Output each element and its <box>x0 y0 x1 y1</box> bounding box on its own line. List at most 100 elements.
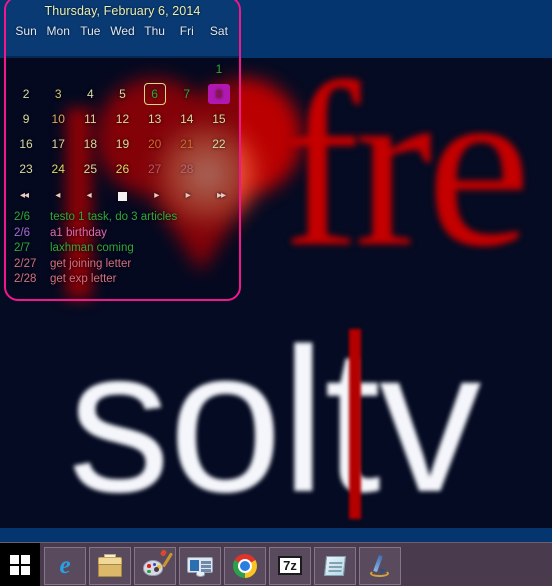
taskbar-item-control-panel[interactable] <box>179 547 221 585</box>
calendar-day-label: 2 <box>22 86 30 101</box>
calendar-day-21[interactable]: 21 <box>171 134 203 154</box>
calendar-day-24[interactable]: 24 <box>42 159 74 179</box>
calendar-day-empty <box>106 60 138 78</box>
stop-button[interactable] <box>118 191 127 201</box>
calendar-day-10[interactable]: 10 <box>42 109 74 129</box>
day-header-fri: Fri <box>179 24 194 38</box>
calendar-day-label: 28 <box>180 161 194 176</box>
calendar-day-label: 20 <box>147 136 162 151</box>
taskbar-item-paint[interactable] <box>134 547 176 585</box>
calendar-week-row: 16 17 18 19 20 21 22 <box>10 131 235 156</box>
calendar-day-3[interactable]: 3 <box>42 84 74 104</box>
calendar-day-28[interactable]: 28 <box>171 159 203 179</box>
taskbar-item-seven-zip[interactable]: 7z <box>269 547 311 585</box>
calendar-day-7[interactable]: 7 <box>171 84 203 104</box>
calendar-day-label: 7 <box>183 86 191 101</box>
calendar-day-label: 15 <box>212 111 226 126</box>
calendar-day-empty <box>203 160 235 178</box>
prev-week-button[interactable]: ◂ <box>87 191 92 201</box>
task-text: get joining letter <box>50 257 132 270</box>
calendar-day-6[interactable]: 6 <box>139 82 171 105</box>
pen-icon <box>367 553 393 579</box>
next-month-button[interactable]: ▸ <box>186 191 191 201</box>
day-header-thu: Thu <box>144 24 165 38</box>
task-row[interactable]: 2/7 laxhman coming <box>14 241 239 257</box>
desktop[interactable]: fre soltv Thursday, February 6, 2014 Sun… <box>0 0 552 586</box>
task-list[interactable]: 2/6 testo 1 task, do 3 articles 2/6 a1 birt… <box>6 207 239 288</box>
taskbar-items[interactable]: e 7z <box>40 543 404 586</box>
calendar-week-row: 9 10 11 12 13 14 15 <box>10 106 235 131</box>
taskbar-item-notepad[interactable] <box>314 547 356 585</box>
next-week-button[interactable]: ▸ <box>154 191 159 201</box>
task-row[interactable]: 2/28 get exp letter <box>14 272 239 288</box>
calendar-day-1[interactable]: 1 <box>203 59 235 79</box>
calendar-day-label: 16 <box>19 136 33 151</box>
taskbar-item-internet-explorer[interactable]: e <box>44 547 86 585</box>
calendar-day-label: 18 <box>83 136 98 151</box>
calendar-day-label <box>144 71 166 73</box>
calendar-grid[interactable]: 1 2 3 4 5 6 7 8 9 10 11 12 13 14 15 16 17 18 19 20 21 22 23 24 2… <box>6 56 239 181</box>
calendar-day-label: 11 <box>84 111 97 126</box>
calendar-navigation[interactable]: ◂◂ ◂ ◂ ▸ ▸ ▸▸ <box>6 181 239 207</box>
calendar-widget[interactable]: Thursday, February 6, 2014 Sun Mon Tue W… <box>4 0 241 301</box>
next-year-button[interactable]: ▸▸ <box>217 191 226 201</box>
calendar-day-16[interactable]: 16 <box>10 134 42 154</box>
calendar-header: Thursday, February 6, 2014 Sun Mon Tue W… <box>6 0 239 56</box>
calendar-day-23[interactable]: 23 <box>10 159 42 179</box>
file-explorer-icon <box>97 553 123 579</box>
calendar-day-label: 24 <box>51 161 65 176</box>
calendar-day-26[interactable]: 26 <box>106 159 138 179</box>
task-date: 2/28 <box>14 273 37 285</box>
calendar-week-row: 1 <box>10 56 235 81</box>
calendar-day-22[interactable]: 22 <box>203 134 235 154</box>
control-panel-icon <box>187 553 213 579</box>
task-text: get exp letter <box>50 273 117 285</box>
calendar-day-label: 3 <box>54 86 62 101</box>
calendar-day-27[interactable]: 27 <box>139 159 171 179</box>
calendar-day-13[interactable]: 13 <box>139 109 171 129</box>
task-row[interactable]: 2/6 testo 1 task, do 3 articles <box>14 210 239 226</box>
calendar-day-20[interactable]: 20 <box>139 134 171 154</box>
calendar-day-18[interactable]: 18 <box>74 134 106 154</box>
task-date: 2/6 <box>14 211 30 223</box>
calendar-day-8[interactable]: 8 <box>203 83 235 104</box>
calendar-day-17[interactable]: 17 <box>42 134 74 154</box>
calendar-week-row: 2 3 4 5 6 7 8 <box>10 81 235 106</box>
calendar-day-15[interactable]: 15 <box>203 109 235 129</box>
calendar-day-label: 13 <box>147 111 162 126</box>
calendar-day-4[interactable]: 4 <box>74 84 106 104</box>
taskbar-item-pen-tool[interactable] <box>359 547 401 585</box>
prev-month-button[interactable]: ◂ <box>55 191 60 201</box>
taskbar[interactable]: e 7z <box>0 542 552 586</box>
calendar-day-19[interactable]: 19 <box>106 134 138 154</box>
calendar-day-9[interactable]: 9 <box>10 109 42 129</box>
prev-year-button[interactable]: ◂◂ <box>20 191 29 201</box>
task-row[interactable]: 2/27 get joining letter <box>14 257 239 273</box>
calendar-day-label: 14 <box>180 111 194 126</box>
taskbar-item-file-explorer[interactable] <box>89 547 131 585</box>
start-button[interactable] <box>0 543 40 586</box>
calendar-week-row: 23 24 25 26 27 28 <box>10 156 235 181</box>
wallpaper-word-soft: soltv <box>68 306 482 535</box>
task-row[interactable]: 2/6 a1 birthday <box>14 226 239 242</box>
seven-zip-label: 7z <box>278 556 302 575</box>
calendar-day-label: 4 <box>87 86 94 101</box>
calendar-day-11[interactable]: 11 <box>74 109 106 129</box>
day-header-mon: Mon <box>46 24 70 38</box>
calendar-day-2[interactable]: 2 <box>10 84 42 104</box>
taskbar-item-google-chrome[interactable] <box>224 547 266 585</box>
calendar-day-empty <box>42 60 74 78</box>
calendar-day-label: 10 <box>51 111 65 126</box>
calendar-day-25[interactable]: 25 <box>74 159 106 179</box>
calendar-day-5[interactable]: 5 <box>106 84 138 104</box>
wallpaper-word-free: fre <box>282 35 531 295</box>
day-header-tue: Tue <box>80 24 101 38</box>
wallpaper-red-bar <box>349 329 361 519</box>
calendar-day-label: 23 <box>19 161 33 176</box>
calendar-day-label: 17 <box>51 136 65 151</box>
windows-logo-icon <box>10 555 30 575</box>
calendar-day-empty <box>74 60 106 78</box>
calendar-day-14[interactable]: 14 <box>171 109 203 129</box>
calendar-day-label <box>79 71 101 73</box>
calendar-day-12[interactable]: 12 <box>106 109 138 129</box>
